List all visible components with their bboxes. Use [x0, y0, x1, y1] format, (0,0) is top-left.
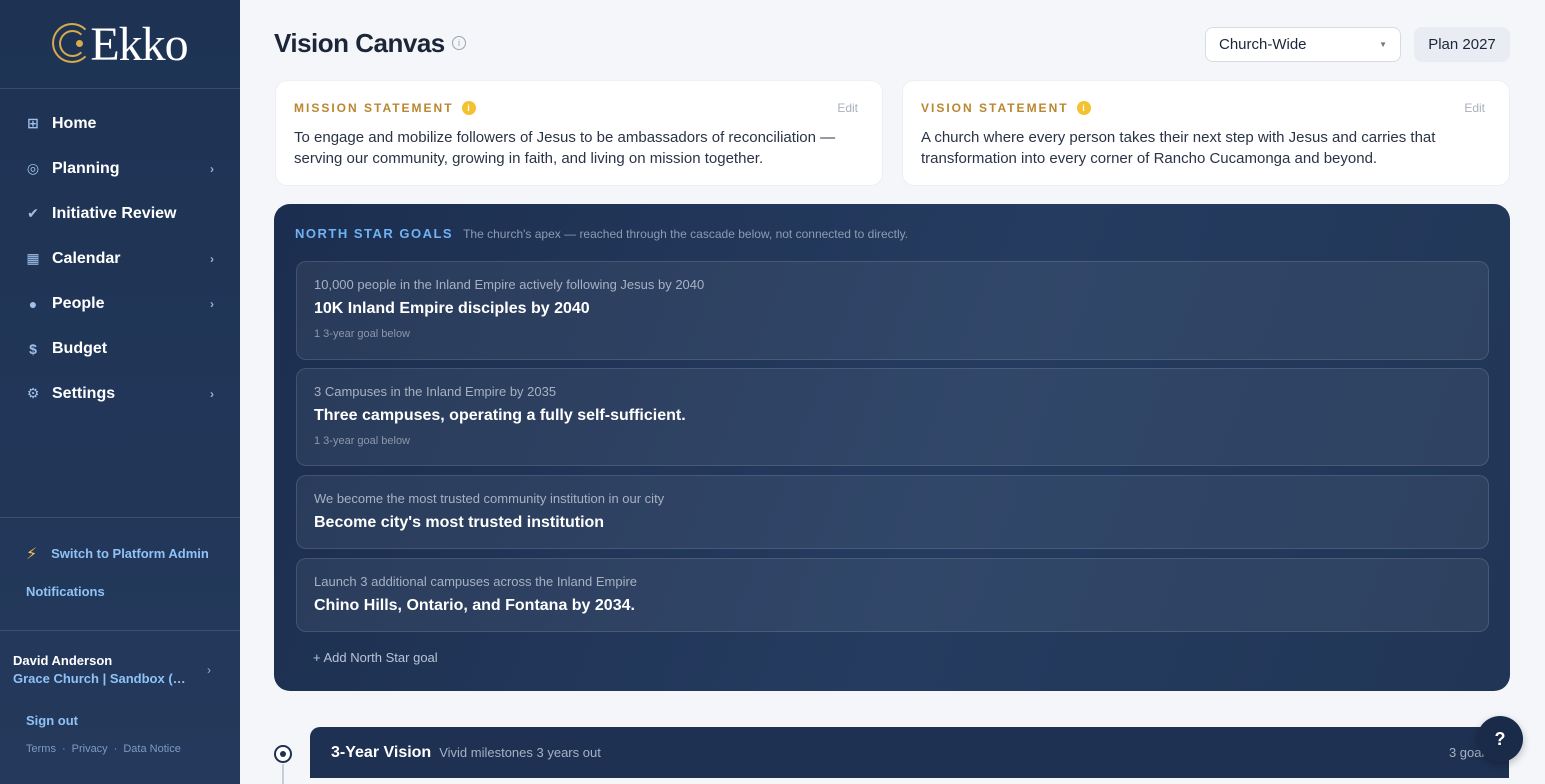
mission-statement-text: To engage and mobilize followers of Jesu…: [294, 129, 836, 167]
data-notice-link[interactable]: Data Notice: [123, 743, 180, 755]
goal-meta: 1 3-year goal below: [314, 435, 411, 447]
chevron-right-icon: ›: [210, 161, 214, 176]
north-star-goals-panel: NORTH STAR GOALS The church's apex — rea…: [274, 204, 1510, 691]
mission-statement-card: MISSION STATEMENT i Edit To engage and m…: [275, 80, 883, 186]
user-account-menu[interactable]: David Anderson Grace Church | Sandbox (S…: [0, 630, 240, 686]
sidebar-item-calendar[interactable]: ▦ Calendar ›: [0, 236, 240, 281]
goal-description: 10,000 people in the Inland Empire activ…: [314, 277, 705, 292]
goal-description: Launch 3 additional campuses across the …: [314, 574, 638, 589]
three-year-vision-header[interactable]: 3-Year Vision Vivid milestones 3 years o…: [310, 727, 1509, 784]
vision-statement-card: VISION STATEMENT i Edit A church where e…: [902, 80, 1510, 186]
info-icon[interactable]: i: [461, 101, 476, 115]
sidebar-item-label: Home: [52, 114, 97, 132]
privacy-link[interactable]: Privacy: [72, 743, 108, 755]
legal-links: Terms · Privacy · Data Notice: [26, 743, 181, 755]
sidebar: Ekko ⊞ Home ◎ Planning › ✔ Initiative Re…: [0, 0, 240, 784]
vision-statement-label: VISION STATEMENT: [921, 101, 1069, 115]
ekko-logo[interactable]: Ekko: [0, 0, 240, 89]
north-star-subtitle: The church's apex — reached through the …: [463, 227, 909, 241]
grid-icon: ⊞: [27, 115, 39, 131]
north-star-goal-card[interactable]: 10,000 people in the Inland Empire activ…: [296, 261, 1489, 360]
sidebar-utilities: ⚡ Switch to Platform Admin Notifications: [0, 517, 240, 599]
sidebar-item-label: Initiative Review: [52, 204, 177, 222]
sidebar-item-planning[interactable]: ◎ Planning ›: [0, 146, 240, 191]
goal-title: 10K Inland Empire disciples by 2040: [314, 300, 590, 317]
page-title: Vision Canvas: [274, 28, 445, 58]
calendar-icon: ▦: [26, 250, 40, 266]
help-button[interactable]: ?: [1477, 716, 1523, 762]
scope-select[interactable]: Church-Wide ▼: [1205, 27, 1401, 62]
sidebar-item-label: Budget: [52, 339, 108, 357]
terms-link[interactable]: Terms: [26, 743, 56, 755]
sign-out-link[interactable]: Sign out: [26, 713, 78, 728]
north-star-goal-card[interactable]: We become the most trusted community ins…: [296, 475, 1489, 549]
goal-title: Become city's most trusted institution: [314, 514, 605, 531]
main-nav: ⊞ Home ◎ Planning › ✔ Initiative Review …: [0, 89, 240, 416]
north-star-goal-card[interactable]: Launch 3 additional campuses across the …: [296, 558, 1489, 632]
legal-separator: ·: [61, 743, 66, 755]
add-north-star-goal-button[interactable]: + Add North Star goal: [313, 650, 438, 665]
edit-mission-button[interactable]: Edit: [837, 101, 858, 115]
chevron-right-icon: ›: [210, 386, 214, 401]
sidebar-item-label: People: [52, 294, 105, 312]
chevron-right-icon: ›: [210, 296, 214, 311]
plan-badge[interactable]: Plan 2027: [1414, 27, 1510, 62]
goal-description: We become the most trusted community ins…: [314, 491, 665, 506]
target-icon: ◎: [26, 160, 40, 176]
sidebar-item-label: Calendar: [52, 249, 121, 267]
notifications-link[interactable]: Notifications: [0, 564, 240, 599]
user-info: David Anderson Grace Church | Sandbox (S…: [13, 653, 207, 686]
sidebar-item-people[interactable]: ● People ›: [0, 281, 240, 326]
timeline-connector: [282, 764, 284, 784]
caret-down-icon: ▼: [1379, 40, 1387, 49]
user-name: David Anderson: [13, 653, 113, 668]
goal-meta: 1 3-year goal below: [314, 328, 411, 340]
edit-vision-button[interactable]: Edit: [1464, 101, 1485, 115]
goal-title: Chino Hills, Ontario, and Fontana by 203…: [314, 597, 635, 614]
info-icon[interactable]: i: [1076, 101, 1091, 115]
logo-wordmark: Ekko: [90, 17, 188, 71]
mission-statement-label: MISSION STATEMENT: [294, 101, 454, 115]
section-divider: [310, 778, 1509, 784]
main-content: Vision Canvas i Church-Wide ▼ Plan 2027 …: [274, 0, 1510, 784]
sidebar-item-label: Settings: [52, 384, 116, 402]
switch-platform-admin-label: Switch to Platform Admin: [51, 546, 209, 561]
logo-mark-icon: [52, 21, 93, 67]
sidebar-item-settings[interactable]: ⚙ Settings ›: [0, 371, 240, 416]
switch-platform-admin-button[interactable]: ⚡ Switch to Platform Admin: [0, 518, 240, 564]
sidebar-item-home[interactable]: ⊞ Home: [0, 101, 240, 146]
vision-statement-text: A church where every person takes their …: [921, 129, 1436, 167]
three-year-vision-title: 3-Year Vision: [331, 744, 432, 761]
goal-description: 3 Campuses in the Inland Empire by 2035: [314, 384, 557, 399]
dollar-icon: $: [29, 340, 37, 357]
user-organization: Grace Church | Sandbox (Si...: [13, 671, 193, 686]
scope-select-value: Church-Wide: [1219, 36, 1307, 53]
chevron-right-icon: ›: [210, 251, 214, 266]
check-icon: ✔: [27, 205, 39, 221]
legal-separator: ·: [113, 743, 118, 755]
sidebar-item-label: Planning: [52, 159, 120, 177]
goal-title: Three campuses, operating a fully self-s…: [314, 407, 686, 424]
three-year-vision-subtitle: Vivid milestones 3 years out: [439, 745, 601, 760]
sidebar-item-budget[interactable]: $ Budget: [0, 326, 240, 371]
info-icon[interactable]: i: [452, 36, 466, 50]
lightning-icon: ⚡: [26, 546, 38, 563]
timeline-node-icon: [274, 745, 292, 763]
gear-icon: ⚙: [26, 385, 40, 401]
person-icon: ●: [28, 295, 38, 312]
north-star-title: NORTH STAR GOALS: [295, 226, 454, 241]
sidebar-item-initiative-review[interactable]: ✔ Initiative Review: [0, 191, 240, 236]
north-star-goal-card[interactable]: 3 Campuses in the Inland Empire by 2035 …: [296, 368, 1489, 466]
chevron-right-icon: ›: [207, 662, 211, 677]
